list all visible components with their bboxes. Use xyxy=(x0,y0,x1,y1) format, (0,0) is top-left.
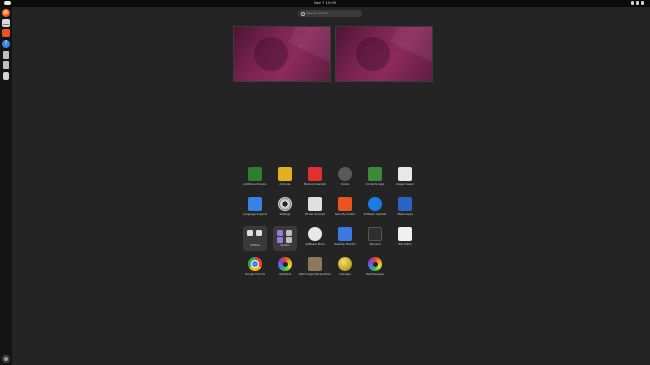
app-folder-system[interactable]: System xyxy=(273,226,297,251)
app-software-store[interactable]: Software Store xyxy=(301,227,329,251)
folder-app-icon xyxy=(286,230,292,236)
mail-icon[interactable] xyxy=(2,19,10,27)
chrome-icon xyxy=(248,257,262,271)
app-label: Image Viewer xyxy=(396,183,414,186)
chip-icon xyxy=(368,167,382,181)
folder-app-icon xyxy=(277,230,283,236)
gimp-icon xyxy=(308,257,322,271)
app-steam-apps[interactable]: Steam Apps xyxy=(391,197,419,221)
app-archives[interactable]: Archives xyxy=(271,167,299,191)
store-icon xyxy=(308,227,322,241)
search-input[interactable]: Type to search xyxy=(298,10,362,17)
language-icon xyxy=(248,197,262,211)
top-bar: Nov 7 15:09 xyxy=(0,0,650,7)
folder-label: Utilities xyxy=(250,244,260,247)
workspace-thumbnail-1[interactable] xyxy=(233,26,331,82)
app-label: Steam Apps xyxy=(397,213,413,216)
terminal-icon xyxy=(368,227,382,241)
app-text-editor[interactable]: Text Editor xyxy=(391,227,419,251)
show-apps-button[interactable] xyxy=(2,355,10,363)
archive-icon xyxy=(278,167,292,181)
rawtherapee-icon xyxy=(368,257,382,271)
app-desktop-monitor[interactable]: Desktop Monitor xyxy=(331,227,359,251)
app-software-updater[interactable]: Software Updater xyxy=(361,197,389,221)
aperture-center xyxy=(282,261,288,267)
workspace-thumbnail-2[interactable] xyxy=(335,26,433,82)
clock-icon xyxy=(338,167,352,181)
drive-icon[interactable] xyxy=(3,61,9,69)
clock[interactable]: Nov 7 15:09 xyxy=(0,0,650,7)
app-additional-drivers[interactable]: Additional Drivers xyxy=(241,167,269,191)
notepad-icon xyxy=(398,227,412,241)
app-clocks[interactable]: Clocks xyxy=(331,167,359,191)
printer-icon xyxy=(308,197,322,211)
aperture-icon xyxy=(278,257,292,271)
inkscape-icon xyxy=(338,257,352,271)
app-security-center[interactable]: Security Center xyxy=(331,197,359,221)
folder-app-icon xyxy=(247,230,253,236)
app-inkscape[interactable]: Inkscape xyxy=(331,257,359,281)
calendar-icon xyxy=(308,167,322,181)
app-gnu-image-manipulation[interactable]: GNU Image Manipulation xyxy=(299,257,331,281)
monitor-icon xyxy=(338,227,352,241)
folder-app-icon xyxy=(277,237,283,243)
folder-app-icon xyxy=(256,230,262,236)
app-backup-calendar[interactable]: Backup Calendar xyxy=(301,167,329,191)
search-placeholder: Type to search xyxy=(306,11,328,15)
volume-icon xyxy=(636,1,639,5)
magnifier-icon xyxy=(398,167,412,181)
app-settings[interactable]: Settings xyxy=(271,197,299,221)
search-icon xyxy=(301,11,305,16)
dock xyxy=(0,7,12,365)
power-icon xyxy=(641,1,644,5)
app-label: Text Editor xyxy=(398,243,412,246)
app-store-icon xyxy=(368,197,382,211)
app-label: RawTherapee xyxy=(366,273,384,276)
folder-label: System xyxy=(280,244,290,247)
app-rawtherapee[interactable]: RawTherapee xyxy=(361,257,389,281)
app-image-viewer[interactable]: Image Viewer xyxy=(391,167,419,191)
drive-icon[interactable] xyxy=(3,51,9,59)
app-center-icon[interactable] xyxy=(2,29,10,37)
app-printer-scanner[interactable]: Printer Scanner xyxy=(301,197,329,221)
settings-icon xyxy=(278,197,292,211)
app-contacts-apps[interactable]: Contacts Apps xyxy=(361,167,389,191)
app-darktable[interactable]: darktable xyxy=(271,257,299,281)
app-language-support[interactable]: Language Support xyxy=(241,197,269,221)
app-folder-utilities[interactable]: Utilities xyxy=(243,226,267,251)
shield-icon xyxy=(338,197,352,211)
trash-icon[interactable] xyxy=(3,72,9,80)
help-icon[interactable] xyxy=(2,40,10,48)
system-status-area[interactable] xyxy=(631,1,644,5)
aperture-center xyxy=(372,261,378,267)
firefox-icon[interactable] xyxy=(2,9,10,17)
app-terminal[interactable]: Terminal xyxy=(361,227,389,251)
network-icon xyxy=(631,1,634,5)
chrome-center xyxy=(252,261,258,267)
folder-app-icon xyxy=(286,237,292,243)
app-google-chrome[interactable]: Google Chrome xyxy=(241,257,269,281)
chip-icon xyxy=(248,167,262,181)
bars-icon xyxy=(398,197,412,211)
